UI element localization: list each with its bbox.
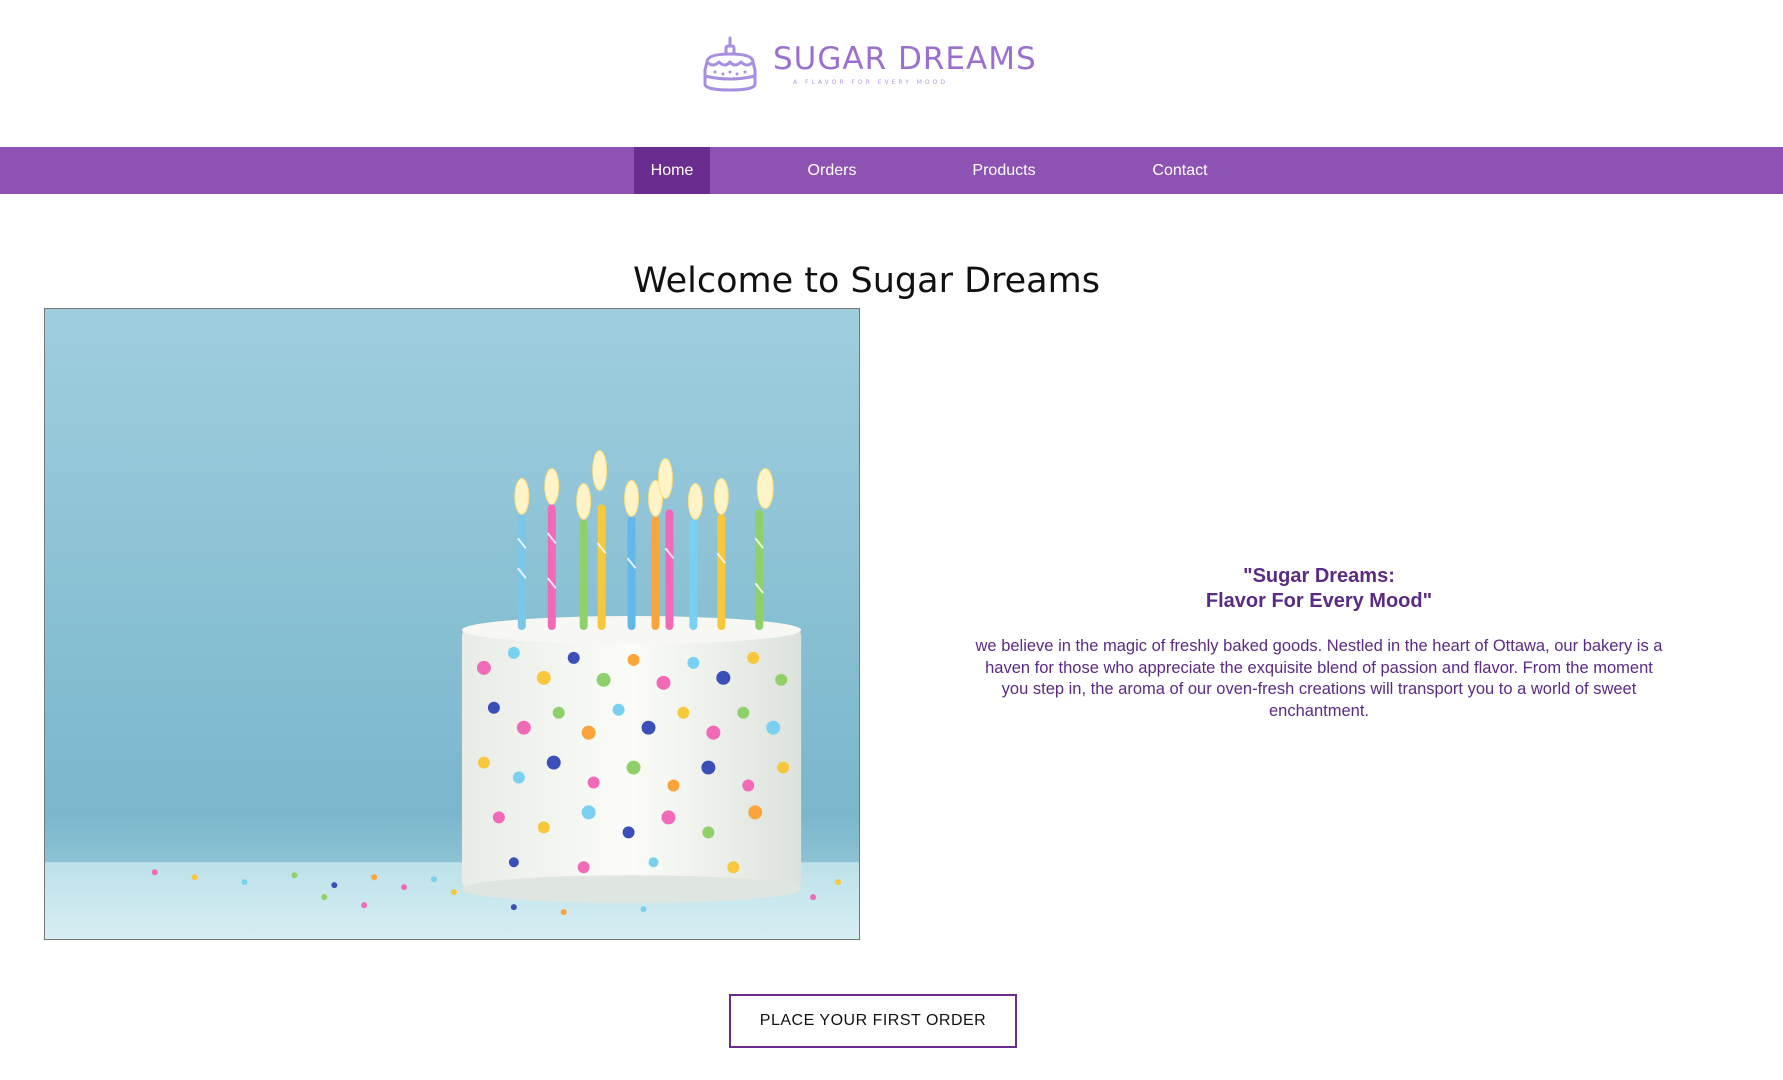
nav-products[interactable]: Products [958,147,1050,194]
page: SUGAR DREAMS A FLAVOR FOR EVERY MOOD Hom… [0,0,1783,1080]
place-first-order-button[interactable]: PLACE YOUR FIRST ORDER [729,994,1017,1048]
page-title: Welcome to Sugar Dreams [633,261,1100,302]
hero-cake-image [44,308,860,940]
slogan: "Sugar Dreams: Flavor For Every Mood" [972,564,1666,614]
main-nav: Home Orders Products Contact [0,147,1783,194]
site-header: SUGAR DREAMS A FLAVOR FOR EVERY MOOD [0,0,1783,147]
slogan-line-1: "Sugar Dreams: [1243,565,1395,587]
brand-tagline: A FLAVOR FOR EVERY MOOD [793,79,948,86]
brand-name: SUGAR DREAMS [773,41,1037,77]
logo[interactable]: SUGAR DREAMS A FLAVOR FOR EVERY MOOD [697,32,1037,98]
nav-orders[interactable]: Orders [790,147,874,194]
intro-description: we believe in the magic of freshly baked… [975,637,1663,720]
slogan-line-2: Flavor For Every Mood" [1205,590,1433,612]
cake-icon [703,36,757,92]
nav-contact[interactable]: Contact [1140,147,1220,194]
nav-home[interactable]: Home [634,147,710,194]
intro-section: "Sugar Dreams: Flavor For Every Mood" we… [972,564,1666,722]
